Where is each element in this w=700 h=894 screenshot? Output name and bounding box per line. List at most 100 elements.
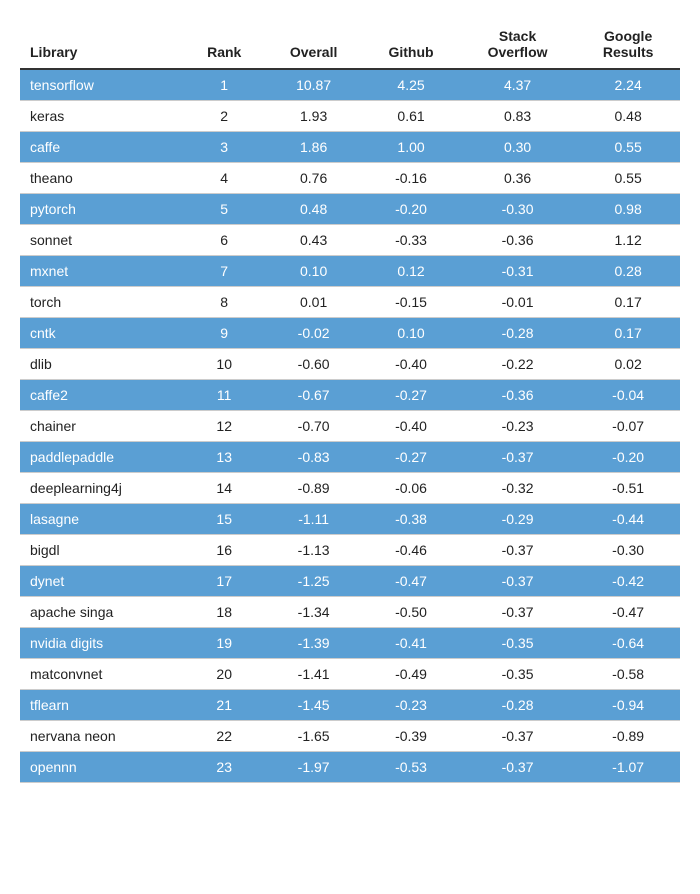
rankings-table: Library Rank Overall Github Stack Overfl… <box>20 20 680 783</box>
cell-google: -0.94 <box>576 690 680 721</box>
cell-library: sonnet <box>20 225 184 256</box>
table-row: dynet17-1.25-0.47-0.37-0.42 <box>20 566 680 597</box>
table-row: paddlepaddle13-0.83-0.27-0.37-0.20 <box>20 442 680 473</box>
cell-library: pytorch <box>20 194 184 225</box>
table-row: sonnet60.43-0.33-0.361.12 <box>20 225 680 256</box>
cell-library: mxnet <box>20 256 184 287</box>
cell-overall: -1.13 <box>264 535 363 566</box>
cell-stackoverflow: -0.37 <box>459 535 576 566</box>
cell-google: 0.98 <box>576 194 680 225</box>
cell-overall: 10.87 <box>264 69 363 101</box>
cell-library: caffe <box>20 132 184 163</box>
cell-overall: -0.67 <box>264 380 363 411</box>
cell-rank: 21 <box>184 690 264 721</box>
cell-library: apache singa <box>20 597 184 628</box>
table-row: caffe211-0.67-0.27-0.36-0.04 <box>20 380 680 411</box>
col-header-google: Google Results <box>576 20 680 69</box>
table-row: deeplearning4j14-0.89-0.06-0.32-0.51 <box>20 473 680 504</box>
cell-stackoverflow: -0.28 <box>459 690 576 721</box>
cell-github: 4.25 <box>363 69 459 101</box>
cell-stackoverflow: -0.35 <box>459 659 576 690</box>
cell-github: -0.49 <box>363 659 459 690</box>
cell-github: -0.15 <box>363 287 459 318</box>
table-container: Library Rank Overall Github Stack Overfl… <box>20 20 680 783</box>
cell-stackoverflow: -0.01 <box>459 287 576 318</box>
cell-overall: -1.65 <box>264 721 363 752</box>
cell-rank: 19 <box>184 628 264 659</box>
cell-github: -0.27 <box>363 442 459 473</box>
cell-google: -0.04 <box>576 380 680 411</box>
cell-google: -0.89 <box>576 721 680 752</box>
cell-stackoverflow: -0.28 <box>459 318 576 349</box>
cell-rank: 16 <box>184 535 264 566</box>
cell-github: -0.50 <box>363 597 459 628</box>
cell-rank: 13 <box>184 442 264 473</box>
cell-github: 1.00 <box>363 132 459 163</box>
cell-google: 2.24 <box>576 69 680 101</box>
cell-stackoverflow: -0.23 <box>459 411 576 442</box>
cell-library: deeplearning4j <box>20 473 184 504</box>
cell-github: -0.41 <box>363 628 459 659</box>
cell-rank: 7 <box>184 256 264 287</box>
cell-library: torch <box>20 287 184 318</box>
cell-stackoverflow: 0.36 <box>459 163 576 194</box>
cell-stackoverflow: -0.37 <box>459 566 576 597</box>
cell-github: -0.47 <box>363 566 459 597</box>
table-row: pytorch50.48-0.20-0.300.98 <box>20 194 680 225</box>
cell-github: -0.16 <box>363 163 459 194</box>
cell-github: -0.46 <box>363 535 459 566</box>
cell-google: -0.47 <box>576 597 680 628</box>
cell-rank: 2 <box>184 101 264 132</box>
cell-overall: -0.02 <box>264 318 363 349</box>
cell-rank: 18 <box>184 597 264 628</box>
cell-stackoverflow: -0.35 <box>459 628 576 659</box>
cell-stackoverflow: -0.37 <box>459 597 576 628</box>
cell-overall: -1.34 <box>264 597 363 628</box>
cell-google: 0.48 <box>576 101 680 132</box>
table-row: torch80.01-0.15-0.010.17 <box>20 287 680 318</box>
table-row: nvidia digits19-1.39-0.41-0.35-0.64 <box>20 628 680 659</box>
table-row: nervana neon22-1.65-0.39-0.37-0.89 <box>20 721 680 752</box>
cell-library: dynet <box>20 566 184 597</box>
cell-library: caffe2 <box>20 380 184 411</box>
cell-library: matconvnet <box>20 659 184 690</box>
cell-google: -0.42 <box>576 566 680 597</box>
table-row: dlib10-0.60-0.40-0.220.02 <box>20 349 680 380</box>
cell-overall: -1.39 <box>264 628 363 659</box>
cell-google: 0.17 <box>576 287 680 318</box>
cell-github: -0.27 <box>363 380 459 411</box>
cell-stackoverflow: -0.29 <box>459 504 576 535</box>
cell-stackoverflow: -0.37 <box>459 721 576 752</box>
table-row: matconvnet20-1.41-0.49-0.35-0.58 <box>20 659 680 690</box>
table-row: chainer12-0.70-0.40-0.23-0.07 <box>20 411 680 442</box>
cell-github: -0.53 <box>363 752 459 783</box>
cell-rank: 11 <box>184 380 264 411</box>
cell-library: paddlepaddle <box>20 442 184 473</box>
cell-overall: 0.48 <box>264 194 363 225</box>
cell-github: -0.20 <box>363 194 459 225</box>
cell-library: chainer <box>20 411 184 442</box>
cell-stackoverflow: -0.32 <box>459 473 576 504</box>
col-header-github: Github <box>363 20 459 69</box>
cell-overall: -0.70 <box>264 411 363 442</box>
cell-stackoverflow: -0.22 <box>459 349 576 380</box>
cell-overall: 0.01 <box>264 287 363 318</box>
cell-library: tflearn <box>20 690 184 721</box>
cell-google: -0.51 <box>576 473 680 504</box>
col-header-library: Library <box>20 20 184 69</box>
cell-rank: 12 <box>184 411 264 442</box>
table-row: opennn23-1.97-0.53-0.37-1.07 <box>20 752 680 783</box>
table-row: mxnet70.100.12-0.310.28 <box>20 256 680 287</box>
cell-google: -0.20 <box>576 442 680 473</box>
cell-google: 0.02 <box>576 349 680 380</box>
table-row: caffe31.861.000.300.55 <box>20 132 680 163</box>
cell-overall: 1.93 <box>264 101 363 132</box>
cell-stackoverflow: -0.31 <box>459 256 576 287</box>
cell-google: 0.55 <box>576 163 680 194</box>
cell-library: tensorflow <box>20 69 184 101</box>
cell-stackoverflow: -0.36 <box>459 380 576 411</box>
cell-rank: 20 <box>184 659 264 690</box>
cell-overall: 0.10 <box>264 256 363 287</box>
col-header-overall: Overall <box>264 20 363 69</box>
cell-rank: 1 <box>184 69 264 101</box>
